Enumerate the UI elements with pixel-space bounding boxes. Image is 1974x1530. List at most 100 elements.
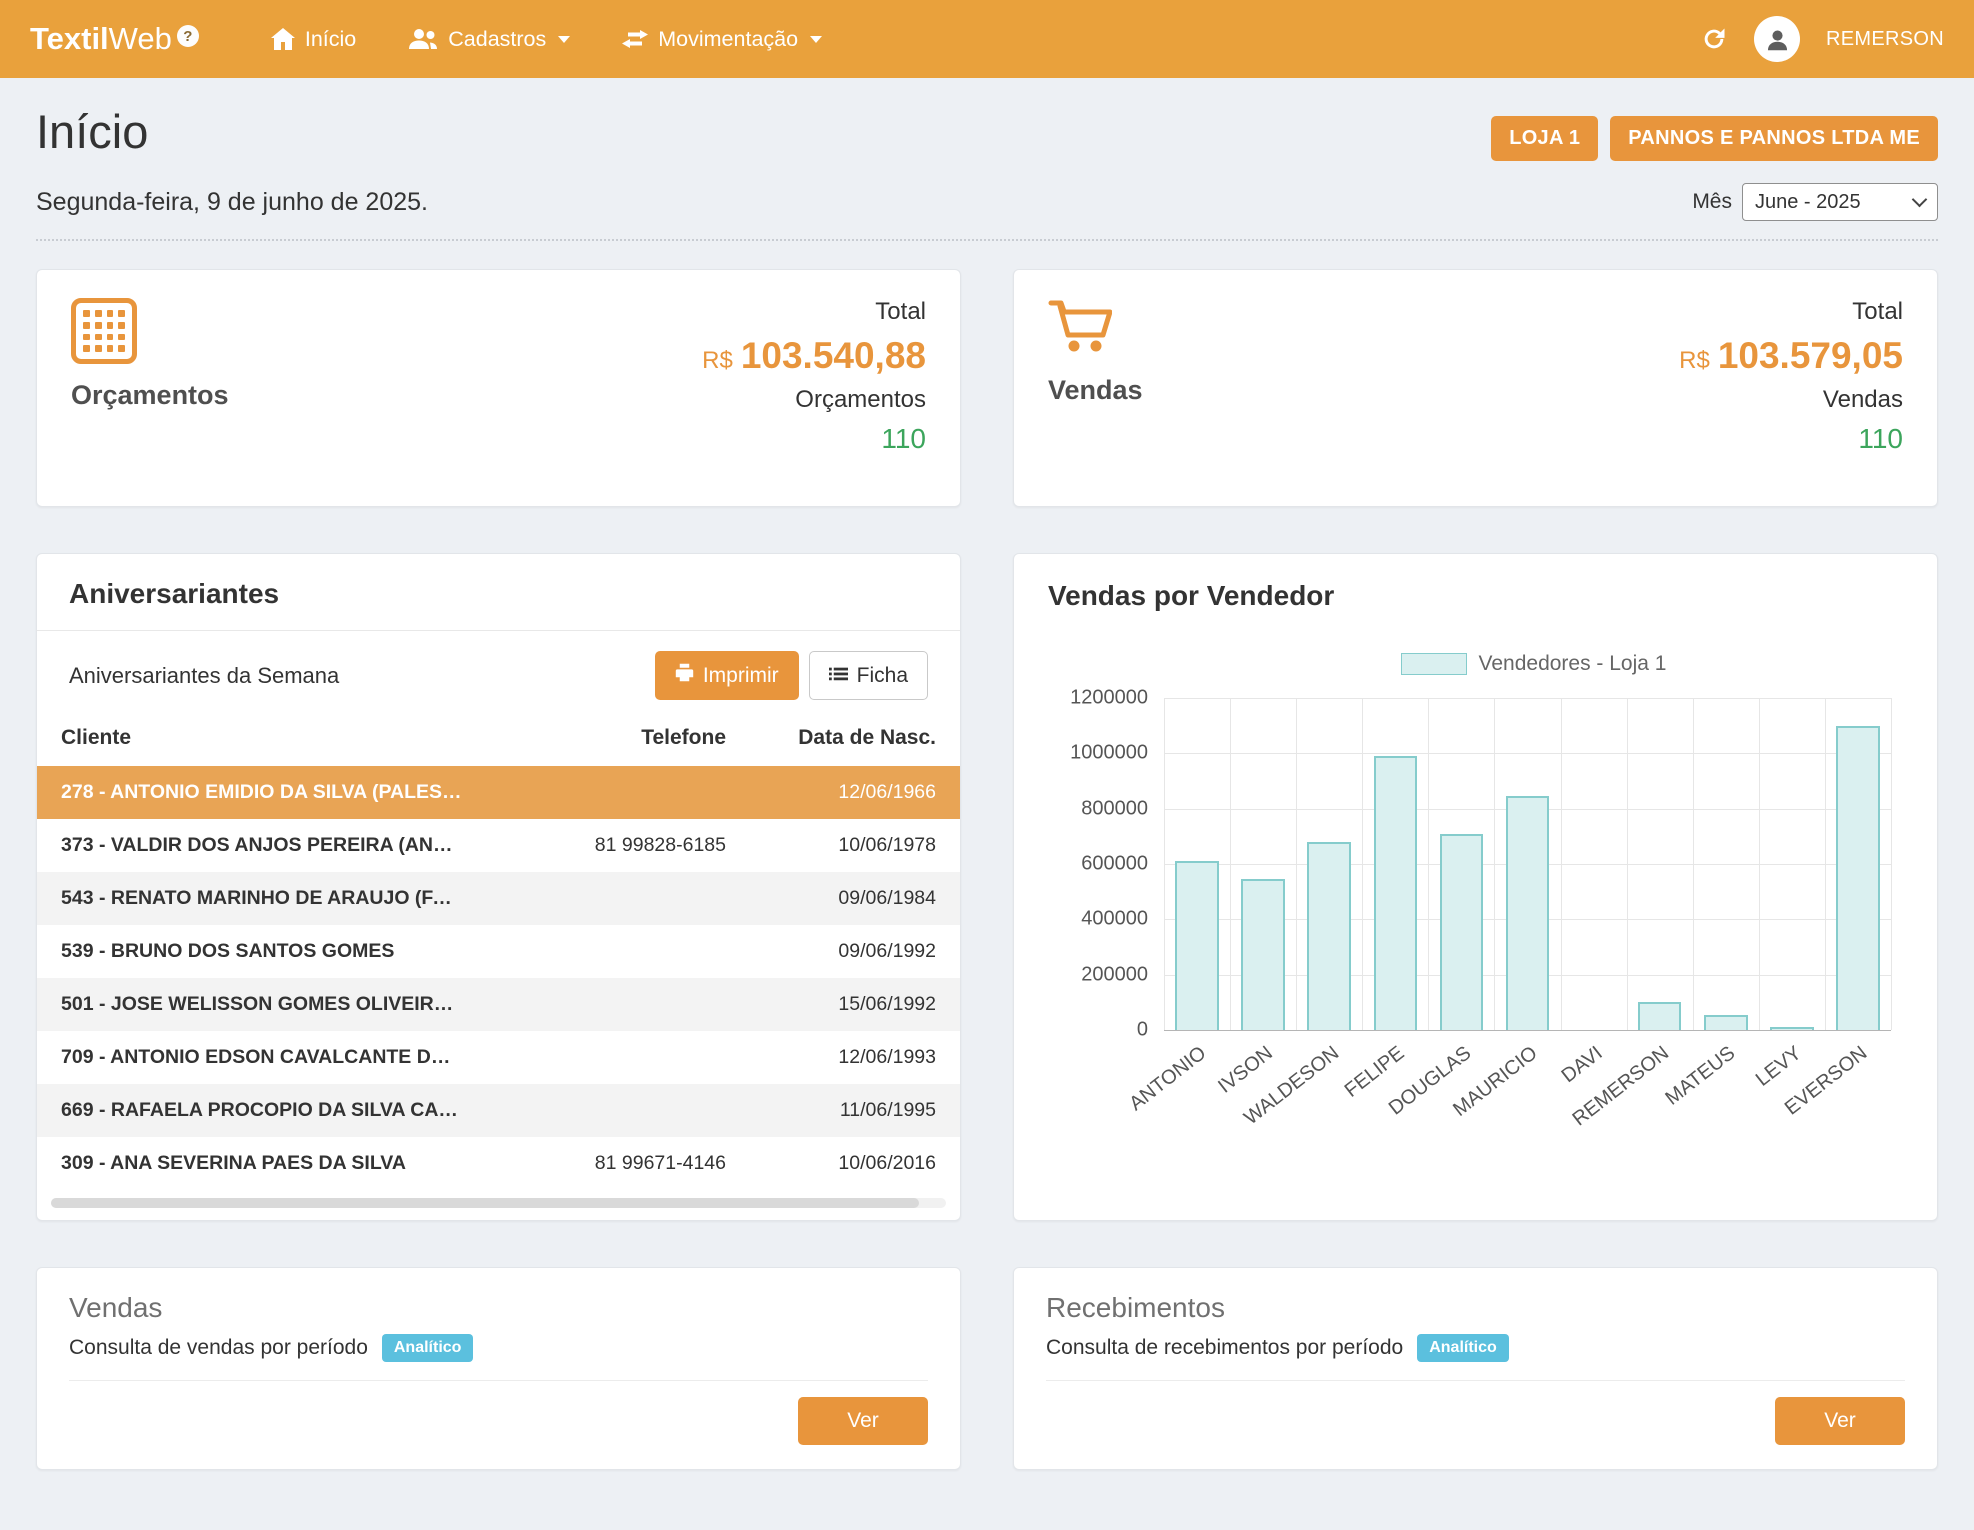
aniversariantes-actions: Imprimir Ficha (655, 651, 928, 700)
month-picker: Mês June - 2025 (1692, 183, 1938, 221)
table-row[interactable]: 373 - VALDIR DOS ANJOS PEREIRA (ANGELA)8… (37, 819, 960, 872)
list-icon (829, 664, 848, 688)
total-amount: R$ 103.540,88 (702, 335, 926, 377)
calculator-icon (71, 298, 137, 364)
chevron-down-icon (558, 36, 570, 43)
ficha-button[interactable]: Ficha (809, 651, 928, 700)
main-content: Início LOJA 1 PANNOS E PANNOS LTDA ME Se… (0, 104, 1974, 1530)
help-icon[interactable]: ? (177, 25, 199, 47)
vendas-card: Vendas Total R$ 103.579,05 Vendas 110 (1013, 269, 1938, 507)
refresh-icon[interactable] (1700, 25, 1728, 53)
main-nav: Início Cadastros Movimentação (245, 0, 848, 78)
count-value: 110 (1858, 423, 1903, 455)
cell-client: 543 - RENATO MARINHO DE ARAUJO (FAZE… (61, 887, 476, 910)
cell-phone: 81 99671-4146 (476, 1152, 726, 1175)
month-select[interactable]: June - 2025 (1742, 183, 1938, 221)
table-row[interactable]: 709 - ANTONIO EDSON CAVALCANTE DANTAS12/… (37, 1031, 960, 1084)
imprimir-button[interactable]: Imprimir (655, 651, 799, 700)
month-label: Mês (1692, 190, 1732, 214)
nav-item-cadastros[interactable]: Cadastros (382, 0, 596, 78)
gridline-vertical (1362, 698, 1363, 1030)
gridline-vertical (1494, 698, 1495, 1030)
report-desc: Consulta de recebimentos por período Ana… (1046, 1334, 1905, 1362)
report-title: Vendas (69, 1292, 928, 1324)
cell-client: 539 - BRUNO DOS SANTOS GOMES (61, 940, 476, 963)
store-button[interactable]: LOJA 1 (1491, 116, 1598, 161)
y-axis-label: 400000 (1081, 908, 1148, 931)
bar-mauricio (1506, 796, 1550, 1030)
horizontal-scrollbar[interactable] (51, 1198, 946, 1208)
nav-label: Cadastros (448, 27, 546, 52)
cell-birth: 12/06/1993 (726, 1046, 936, 1069)
report-desc-text: Consulta de recebimentos por período (1046, 1336, 1403, 1360)
gridline-vertical (1230, 698, 1231, 1030)
brand-textil: Textil (30, 21, 109, 57)
vendas-report-card: Vendas Consulta de vendas por período An… (36, 1267, 961, 1470)
cell-client: 501 - JOSE WELISSON GOMES OLIVEIRA (E… (61, 993, 476, 1016)
avatar[interactable] (1754, 16, 1800, 62)
scrollbar-thumb[interactable] (51, 1198, 919, 1208)
aniversariantes-card: Aniversariantes Aniversariantes da Seman… (36, 553, 961, 1221)
table-row[interactable]: 543 - RENATO MARINHO DE ARAUJO (FAZE…09/… (37, 872, 960, 925)
page-head: Início LOJA 1 PANNOS E PANNOS LTDA ME (36, 104, 1938, 161)
exchange-icon (622, 30, 648, 48)
count-label: Orçamentos (795, 386, 926, 414)
table-row[interactable]: 278 - ANTONIO EMIDIO DA SILVA (PALESTI…1… (37, 766, 960, 819)
cell-client: 309 - ANA SEVERINA PAES DA SILVA (61, 1152, 476, 1175)
x-axis-label: LEVY (1752, 1042, 1806, 1092)
x-axis-label: MATEUS (1661, 1042, 1740, 1111)
company-button[interactable]: PANNOS E PANNOS LTDA ME (1610, 116, 1938, 161)
head-buttons: LOJA 1 PANNOS E PANNOS LTDA ME (1491, 116, 1938, 161)
nav-item-movimentacao[interactable]: Movimentação (596, 0, 848, 78)
orcamentos-card: Orçamentos Total R$ 103.540,88 Orçamento… (36, 269, 961, 507)
birthdays-rows: 278 - ANTONIO EMIDIO DA SILVA (PALESTI…1… (37, 766, 960, 1190)
current-date: Segunda-feira, 9 de junho de 2025. (36, 188, 428, 217)
gridline-vertical (1627, 698, 1628, 1030)
x-axis-label: ANTONIO (1126, 1042, 1212, 1116)
table-row[interactable]: 539 - BRUNO DOS SANTOS GOMES09/06/1992 (37, 925, 960, 978)
table-row[interactable]: 501 - JOSE WELISSON GOMES OLIVEIRA (E…15… (37, 978, 960, 1031)
bar-waldeson (1307, 842, 1351, 1030)
table-header: Cliente Telefone Data de Nasc. (37, 720, 960, 766)
x-axis-label: DAVI (1558, 1042, 1608, 1088)
chart-x-labels: ANTONIOIVSONWALDESONFELIPEDOUGLASMAURICI… (1164, 1030, 1891, 1122)
cell-client: 669 - RAFAELA PROCOPIO DA SILVA CARVA… (61, 1099, 476, 1122)
analitico-badge: Analítico (1417, 1334, 1509, 1362)
orcamentos-card-left: Orçamentos (71, 298, 229, 478)
cell-birth: 11/06/1995 (726, 1099, 936, 1122)
card-title: Vendas (1048, 375, 1143, 406)
chevron-down-icon (1912, 192, 1928, 208)
chart-plot: 120000010000008000006000004000002000000 (1164, 698, 1891, 1030)
cell-birth: 10/06/1978 (726, 834, 936, 857)
ver-recebimentos-button[interactable]: Ver (1775, 1397, 1905, 1445)
users-icon (408, 28, 438, 50)
total-label: Total (875, 298, 926, 326)
brand-logo[interactable]: TextilWeb ? (30, 21, 199, 57)
chart-legend[interactable]: Vendedores - Loja 1 (1164, 652, 1903, 676)
y-axis-label: 600000 (1081, 853, 1148, 876)
aniversariantes-subtitle: Aniversariantes da Semana (69, 663, 339, 689)
username[interactable]: REMERSON (1826, 28, 1944, 51)
page-title: Início (36, 104, 148, 159)
card-title: Orçamentos (71, 380, 229, 411)
report-title: Recebimentos (1046, 1292, 1905, 1324)
bar-ivson (1241, 879, 1285, 1030)
cell-birth: 10/06/2016 (726, 1152, 936, 1175)
nav-item-inicio[interactable]: Início (245, 0, 382, 78)
count-value: 110 (881, 423, 926, 455)
chevron-down-icon (810, 36, 822, 43)
brand-web: Web (109, 21, 172, 57)
dotted-divider (36, 239, 1938, 241)
cell-birth: 12/06/1966 (726, 781, 936, 804)
month-select-value: June - 2025 (1755, 191, 1861, 214)
table-row[interactable]: 669 - RAFAELA PROCOPIO DA SILVA CARVA… 11… (37, 1084, 960, 1137)
currency: R$ (1679, 347, 1710, 375)
table-row[interactable]: 309 - ANA SEVERINA PAES DA SILVA81 99671… (37, 1137, 960, 1190)
y-axis-label: 1200000 (1070, 687, 1148, 710)
legend-box (1401, 653, 1467, 675)
gridline-vertical (1164, 698, 1165, 1030)
ver-vendas-button[interactable]: Ver (798, 1397, 928, 1445)
count-label: Vendas (1823, 386, 1903, 414)
dashboard-grid: Orçamentos Total R$ 103.540,88 Orçamento… (36, 269, 1938, 1530)
gridline-vertical (1759, 698, 1760, 1030)
